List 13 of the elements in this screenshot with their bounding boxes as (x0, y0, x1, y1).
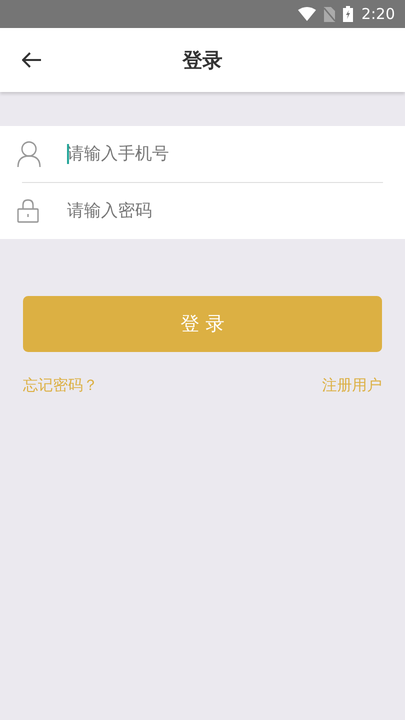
status-time: 2:20 (361, 4, 395, 25)
forgot-password-link[interactable]: 忘记密码？ (23, 374, 98, 396)
input-field[interactable]: 请输入手机号 (67, 136, 383, 172)
input-field[interactable]: 请输入密码 (67, 193, 383, 229)
user-icon (17, 141, 41, 167)
register-link[interactable]: 注册用户 (322, 374, 382, 396)
login-button[interactable]: 登 录 (23, 296, 382, 352)
battery-charging-icon (343, 6, 354, 22)
no-sim-icon (324, 6, 336, 22)
page-title: 登录 (181, 47, 224, 74)
wifi-icon (298, 7, 316, 21)
lock-icon (17, 199, 39, 223)
back-arrow-icon (22, 52, 42, 68)
